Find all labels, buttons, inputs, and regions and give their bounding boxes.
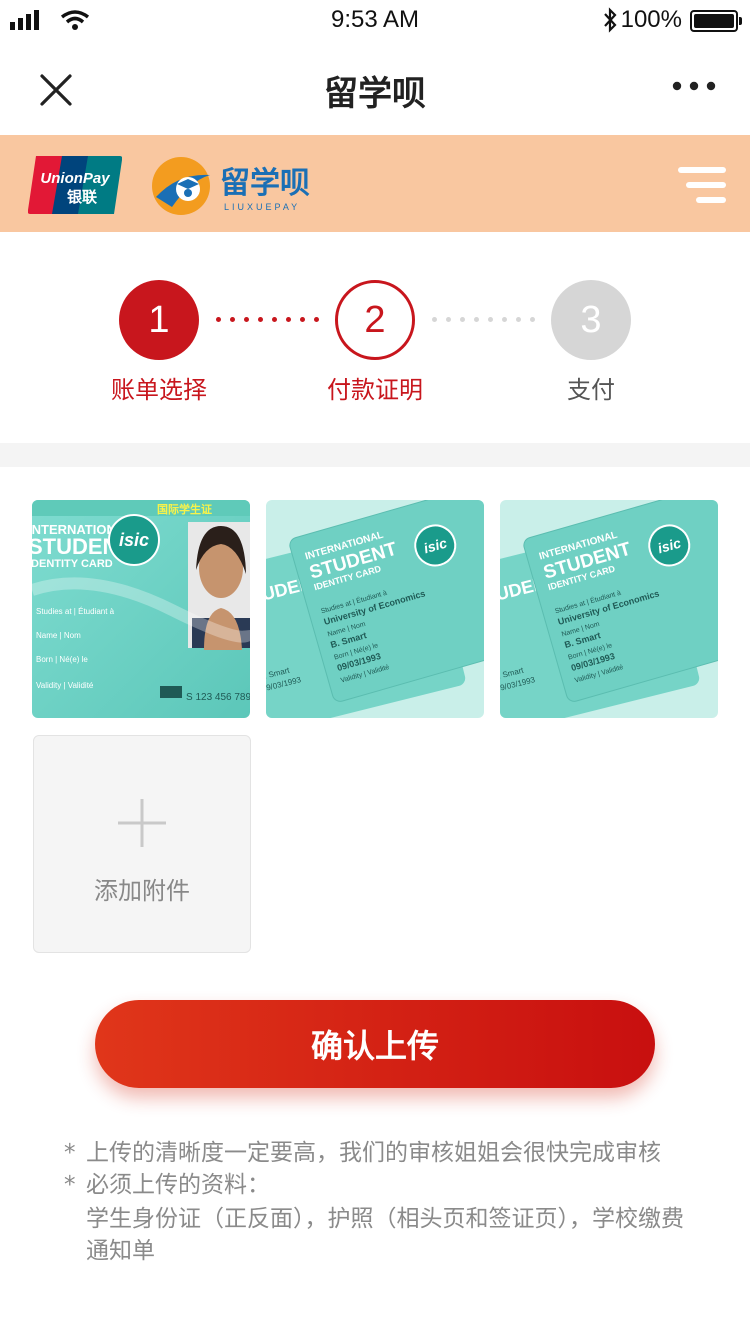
section-divider [0,443,750,467]
svg-text:留学呗: 留学呗 [220,166,310,201]
add-attachment-label: 添加附件 [94,877,190,905]
status-bar: 9:53 AM 100% [0,0,750,40]
step-2-circle: 2 [335,280,415,360]
page-title: 留学呗 [324,74,426,114]
liuxuepay-logo: 留学呗 LIUXUEPAY [152,157,310,215]
svg-text:LIUXUEPAY: LIUXUEPAY [224,202,300,212]
confirm-upload-button[interactable]: 确认上传 [95,1000,655,1088]
step-3-circle: 3 [551,280,631,360]
step-connector-2 [430,317,540,323]
navigation-bar: 留学呗 [0,40,750,136]
attachment-thumbnail[interactable]: STUDENT B. Smart 09/03/1993 INTERNATIONA… [266,500,484,718]
add-attachment-button[interactable]: 添加附件 [33,735,251,953]
svg-text:银联: 银联 [67,188,98,206]
step-2-label: 付款证明 [327,376,423,404]
bluetooth-icon [604,7,617,33]
svg-text:Name | Nom: Name | Nom [36,631,81,640]
svg-text:IDENTITY CARD: IDENTITY CARD [32,558,113,570]
battery-percent: 100% [620,6,682,33]
step-1-label: 账单选择 [111,376,207,404]
svg-text:UnionPay: UnionPay [40,170,110,187]
note-clarity: * 上传的清晰度一定要高，我们的审核姐姐会很快完成审核 [64,1140,661,1166]
unionpay-logo: UnionPay 银联 [28,156,122,214]
note-required-docs-detail: 学生身份证（正反面），护照（相头页和签证页），学校缴费通知单 [86,1206,684,1264]
svg-text:Born | Né(e) le: Born | Né(e) le [36,655,88,664]
step-connector-1 [214,317,324,323]
svg-text:国际学生证: 国际学生证 [157,502,212,516]
svg-text:Validity | Validité: Validity | Validité [36,681,94,690]
svg-text:S 123 456 789: S 123 456 789 [186,692,250,703]
svg-text:Studies at | Étudiant à: Studies at | Étudiant à [36,607,115,616]
more-icon[interactable] [672,76,716,96]
plus-icon [118,799,166,847]
step-3-label: 支付 [567,376,615,404]
note-required-docs: * 必须上传的资料： 学生身份证（正反面），护照（相头页和签证页），学校缴费通知… [64,1169,694,1267]
attachment-thumbnail[interactable]: STUDENT B. Smart 09/03/1993 INTERNATIONA… [500,500,718,718]
step-1-circle: 1 [119,280,199,360]
brand-banner: UnionPay 银联 留学呗 LIUXUEPAY [0,135,750,232]
menu-icon[interactable] [678,167,726,203]
battery-icon [690,10,742,32]
attachment-thumbnail[interactable]: 国际学生证 INTERNATIONAL STUDENT IDENTITY CAR… [32,500,250,718]
svg-text:isic: isic [119,530,149,550]
